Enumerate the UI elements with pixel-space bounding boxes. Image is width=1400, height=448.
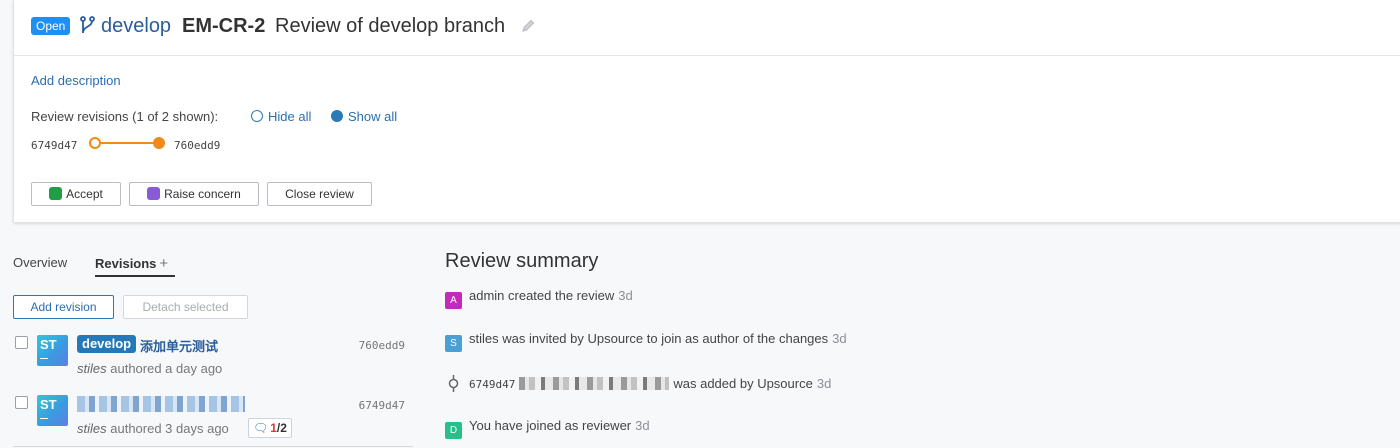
active-tab-indicator [95,275,175,277]
revision-hash[interactable]: 760edd9 [359,339,405,352]
add-revision-button[interactable]: Add revision [13,295,114,319]
branch-link[interactable]: develop [101,14,171,38]
event-text: was added by Upsource [673,376,813,391]
commit-message[interactable]: 添加单元测试 [140,336,218,355]
raise-concern-button[interactable]: Raise concern [129,182,259,206]
revision-row[interactable]: ST 6749d47 stiles authored 3 days ago 🗨 1… [13,390,413,447]
revision-range-track [94,142,158,144]
avatar-initials: ST [40,397,57,412]
revision-author: stiles authored 3 days ago [77,421,229,436]
accept-icon [49,187,63,200]
authored-time: authored 3 days ago [110,421,229,436]
revision-checkbox[interactable] [15,396,28,409]
range-end-hash: 760edd9 [174,139,221,152]
redacted-commit-message [519,377,670,390]
revisions-filter-label: Review revisions (1 of 2 shown): [31,109,219,124]
author-name: stiles [77,421,107,436]
redacted-commit-message[interactable] [77,396,245,412]
branch-icon [80,16,95,34]
revision-checkbox[interactable] [15,336,28,349]
radio-empty-icon [251,110,263,122]
hide-all-radio[interactable]: Hide all [251,109,311,124]
accept-button[interactable]: Accept [31,182,121,206]
detach-selected-button: Detach selected [123,295,248,319]
event-time: 3d [816,376,832,391]
accept-label: Accept [66,187,103,201]
review-title-bar: Open develop EM-CR-2 Review of develop b… [14,0,1400,56]
event-text: You have joined as reviewer [469,418,632,433]
author-name: stiles [77,361,107,376]
avatar: ST [37,335,68,366]
avatar: ST [37,395,68,426]
event-text: stiles was invited by Upsource to join a… [469,331,829,346]
total-count: /2 [276,421,287,435]
pencil-icon[interactable] [520,18,536,34]
branch-tag[interactable]: develop [77,335,137,353]
add-description-link[interactable]: Add description [31,73,121,88]
summary-title: Review summary [445,250,599,272]
tab-overview[interactable]: Overview [13,255,67,270]
event-time: 3d [618,288,633,303]
comments-icon: 🗨 [253,421,269,435]
event-time: 3d [635,418,650,433]
range-start-handle[interactable] [89,137,101,149]
avatar: D [445,422,462,439]
raise-concern-label: Raise concern [164,187,241,201]
comments-badge[interactable]: 🗨 1/2 [248,418,292,438]
review-id: EM-CR-2 [182,15,266,37]
radio-selected-icon [331,110,343,122]
revision-author: stiles authored a day ago [77,361,222,376]
show-all-label: Show all [348,109,398,124]
plus-icon[interactable]: + [159,255,168,272]
summary-event: Aadmin created the review 3d [445,288,633,309]
unread-count: 1 [270,421,277,435]
event-hash[interactable]: 6749d47 [469,378,515,391]
hide-all-label: Hide all [268,109,312,124]
revision-hash[interactable]: 6749d47 [359,399,405,412]
tab-revisions-label: Revisions [95,256,157,271]
summary-event: D You have joined as reviewer 3d [445,418,650,439]
review-header-card: Open develop EM-CR-2 Review of develop b… [13,0,1400,223]
avatar-initials: ST [40,337,57,352]
avatar: S [445,335,462,352]
page-title: Review of develop branch [275,15,506,37]
range-start-hash: 6749d47 [31,139,78,152]
commit-icon [448,375,459,392]
concern-icon [147,187,161,200]
summary-event: 6749d47 was added by Upsource 3d [445,375,831,392]
summary-event: Sstiles was invited by Upsource to join … [445,331,847,352]
authored-time: authored a day ago [110,361,223,376]
event-text: admin created the review [469,288,615,303]
revision-row[interactable]: ST develop 添加单元测试 760edd9 stiles authore… [13,330,413,387]
status-badge: Open [31,17,71,35]
close-review-button[interactable]: Close review [267,182,372,206]
range-end-handle[interactable] [153,137,165,149]
show-all-radio[interactable]: Show all [331,109,397,124]
tab-revisions[interactable]: Revisions + [95,255,168,272]
avatar: A [445,292,462,309]
event-time: 3d [832,331,847,346]
